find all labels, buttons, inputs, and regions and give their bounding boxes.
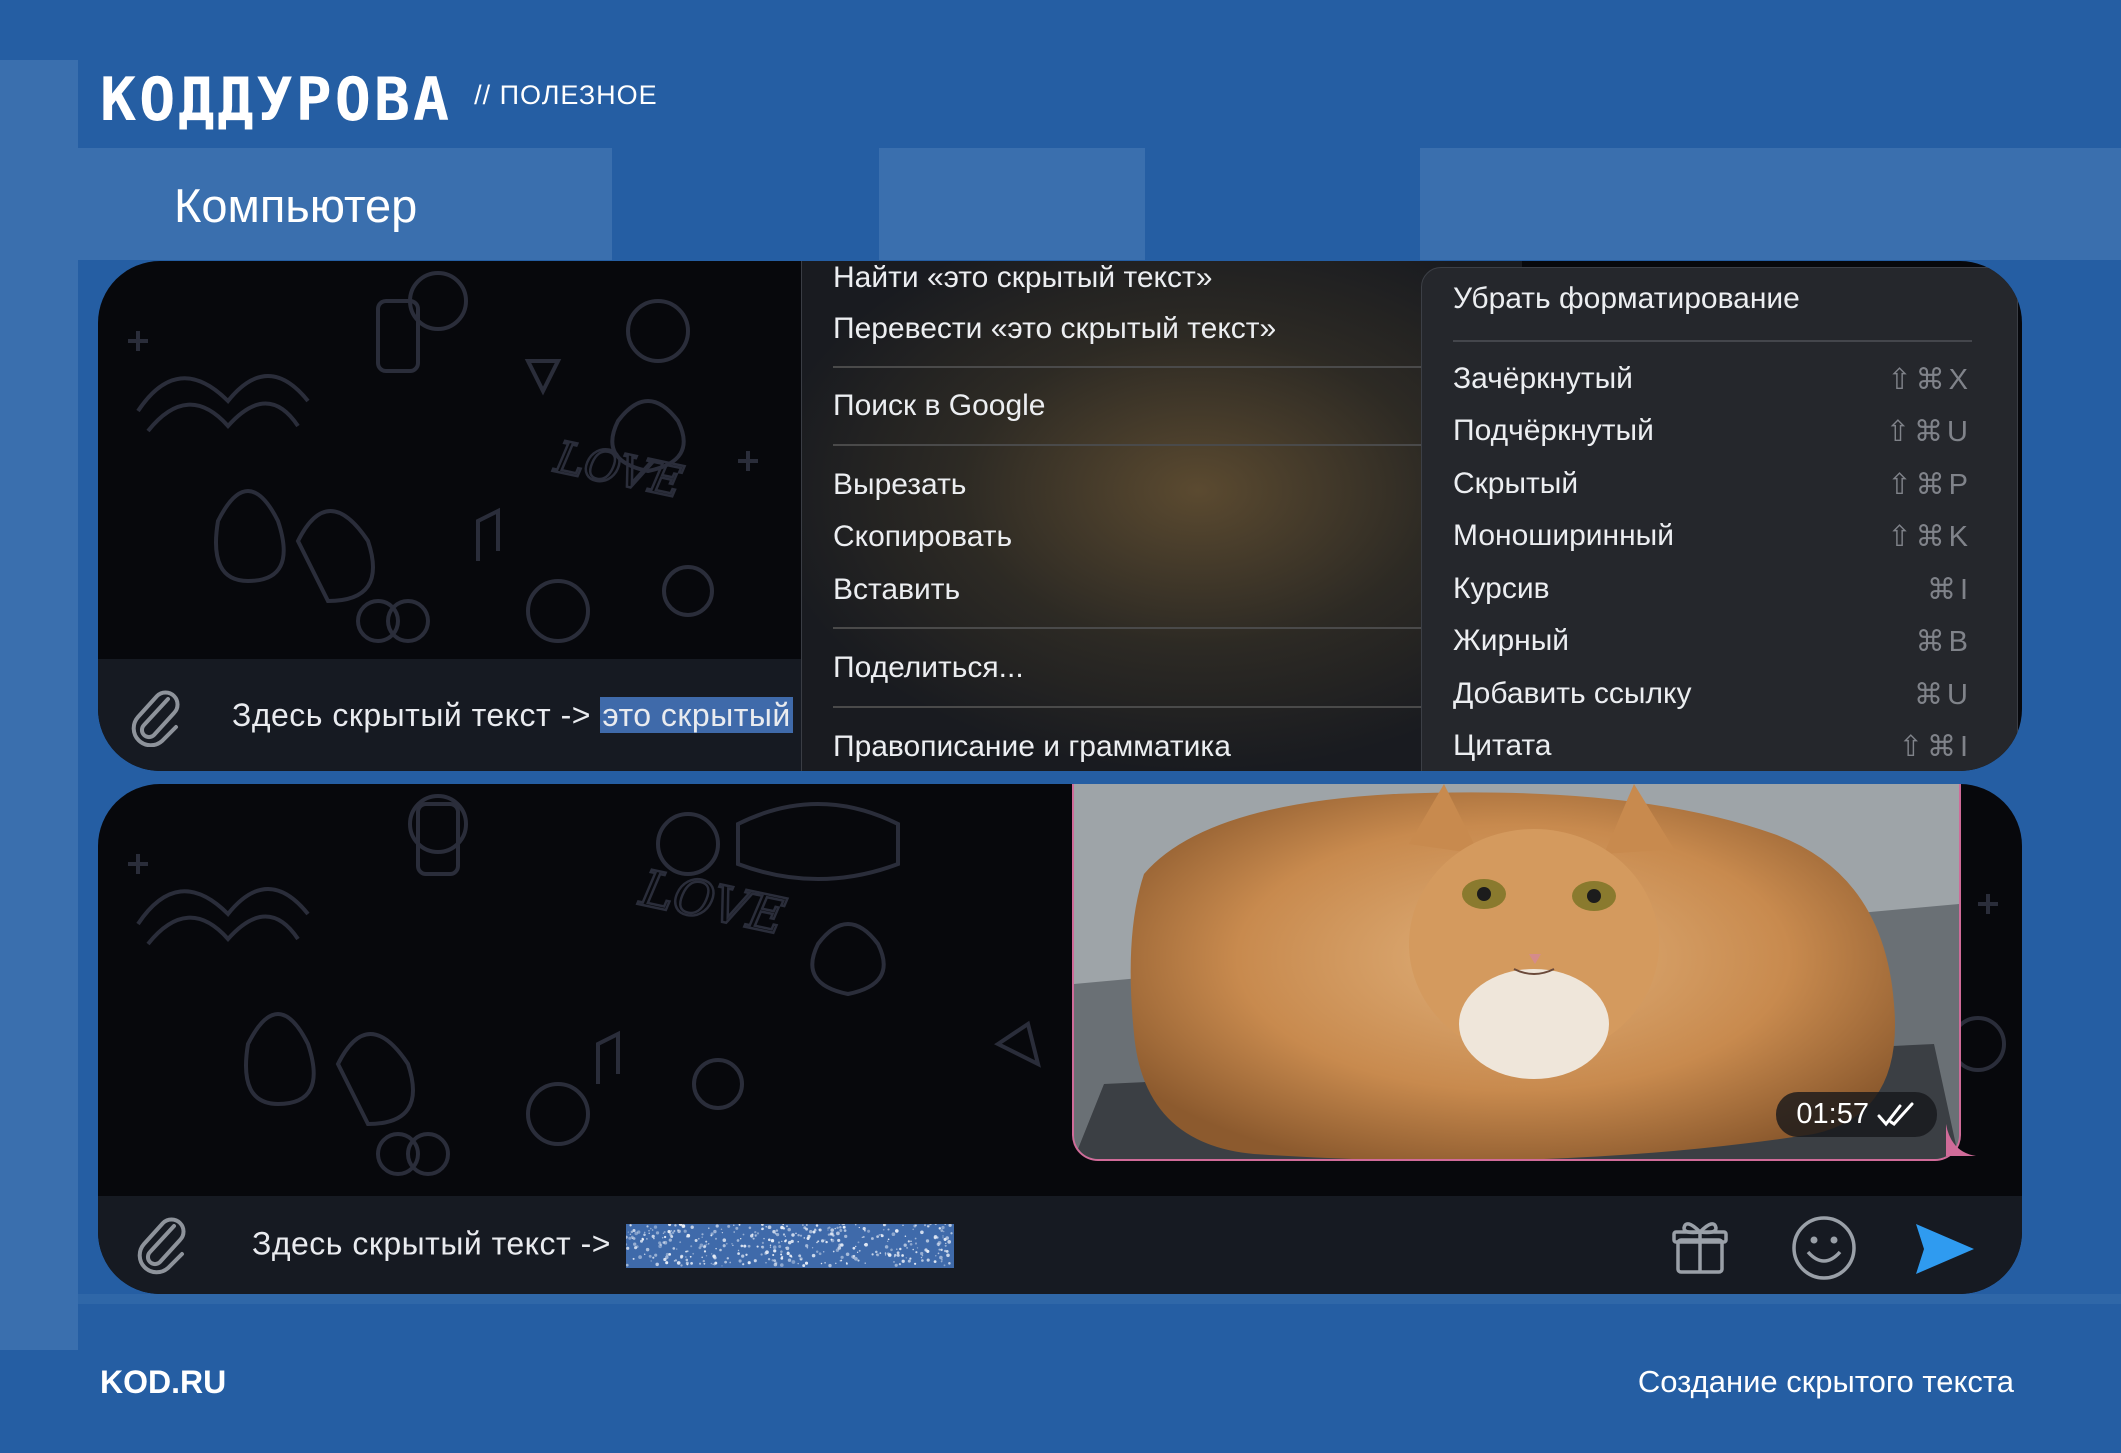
shortcut-label: ⇧⌘K [1887, 521, 1972, 553]
menu-item-monospace[interactable]: Моноширинный ⇧⌘K [1453, 519, 1972, 554]
selected-text[interactable]: это скрытый [600, 697, 793, 733]
bg-block [0, 60, 78, 1350]
shortcut-label: ⌘B [1915, 626, 1972, 658]
menu-item-label: Скрытый [1453, 467, 1579, 500]
svg-text:LOVE: LOVE [550, 432, 687, 509]
menu-item-spelling-label: Правописание и грамматика [833, 730, 1231, 763]
menu-item-cut[interactable]: Вырезать [833, 468, 966, 502]
formatting-submenu: Убрать форматирование Зачёркнутый ⇧⌘X По… [1421, 267, 2018, 771]
menu-item-label: Подчёркнутый [1453, 414, 1654, 447]
bg-block [879, 148, 1145, 260]
menu-separator [833, 627, 1502, 629]
shortcut-label: ⇧⌘I [1898, 731, 1972, 763]
menu-item-find[interactable]: Найти «это скрытый текст» [833, 261, 1212, 295]
menu-separator [1453, 340, 1972, 342]
menu-item-label: Убрать форматирование [1453, 282, 1800, 315]
chat-window-formatting-menu: LOVE Здесь скрытый текст -> это скрытый … [98, 261, 2022, 771]
bg-block [0, 1294, 2121, 1304]
chat-wallpaper-pattern: LOVE [128, 271, 758, 643]
menu-separator [833, 444, 1502, 446]
menu-item-clear-formatting[interactable]: Убрать форматирование [1453, 282, 1972, 316]
composer-prefix: Здесь скрытый текст -> [252, 1225, 611, 1262]
photo-message-bubble[interactable]: 01:57 [1072, 784, 1961, 1161]
menu-item-label: Цитата [1453, 729, 1552, 762]
emoji-icon[interactable] [1790, 1214, 1858, 1282]
shortcut-label: ⌘I [1926, 574, 1972, 606]
composer-text[interactable]: Здесь скрытый текст -> [252, 1224, 955, 1268]
brand-name: КОДДУРОВА [100, 65, 453, 135]
menu-item-spelling[interactable]: Правописание и грамматика › [833, 730, 1502, 764]
paperclip-icon[interactable] [134, 1214, 190, 1276]
menu-item-copy[interactable]: Скопировать [833, 520, 1012, 554]
chat-window-sent-message: LOVE 01:57 Здесь скрытый текст -> [98, 784, 2022, 1294]
site-link[interactable]: KOD.RU [100, 1364, 226, 1401]
shortcut-label: ⌘U [1914, 679, 1972, 711]
menu-item-paste[interactable]: Вставить [833, 573, 960, 607]
page-title: Компьютер [174, 179, 418, 232]
menu-item-strikethrough[interactable]: Зачёркнутый ⇧⌘X [1453, 362, 1972, 397]
menu-item-search-google[interactable]: Поиск в Google [833, 389, 1045, 423]
shortcut-label: ⇧⌘P [1887, 469, 1972, 501]
message-time: 01:57 [1796, 1098, 1869, 1130]
menu-separator [833, 366, 1502, 368]
menu-item-quote[interactable]: Цитата ⇧⌘I [1453, 729, 1972, 764]
message-meta: 01:57 [1776, 1092, 1937, 1137]
send-icon[interactable] [1912, 1220, 1978, 1278]
menu-item-italic[interactable]: Курсив ⌘I [1453, 572, 1972, 607]
menu-item-label: Курсив [1453, 572, 1550, 605]
shortcut-label: ⇧⌘X [1887, 364, 1972, 396]
brand-logo[interactable]: КОДДУРОВА // ПОЛЕЗНОЕ [100, 70, 658, 130]
paperclip-icon[interactable] [128, 687, 184, 747]
message-composer[interactable]: Здесь скрытый текст -> это скрытый [98, 659, 899, 771]
menu-item-label: Жирный [1453, 624, 1570, 657]
footer-caption: Создание скрытого текста [1637, 1364, 2014, 1399]
bubble-tail [1946, 1124, 1976, 1156]
menu-item-bold[interactable]: Жирный ⌘B [1453, 624, 1972, 659]
section-label: // ПОЛЕЗНОЕ [474, 79, 658, 110]
context-menu: Найти «это скрытый текст» Перевести «это… [801, 261, 1522, 771]
spoiler-text-overlay[interactable] [626, 1224, 955, 1268]
gift-icon[interactable] [1670, 1218, 1730, 1278]
menu-item-translate[interactable]: Перевести «это скрытый текст» [833, 312, 1276, 346]
menu-item-underline[interactable]: Подчёркнутый ⇧⌘U [1453, 414, 1972, 449]
menu-item-spoiler[interactable]: Скрытый ⇧⌘P [1453, 467, 1972, 502]
message-composer[interactable]: Здесь скрытый текст -> [98, 1196, 2022, 1294]
menu-item-label: Добавить ссылку [1453, 677, 1692, 710]
shortcut-label: ⇧⌘U [1885, 416, 1972, 448]
menu-item-share[interactable]: Поделиться... [833, 651, 1024, 685]
double-check-icon [1877, 1102, 1914, 1126]
menu-item-add-link[interactable]: Добавить ссылку ⌘U [1453, 677, 1972, 712]
menu-separator [833, 706, 1502, 708]
menu-item-label: Зачёркнутый [1453, 362, 1633, 395]
bg-block [1420, 148, 2121, 260]
composer-text[interactable]: Здесь скрытый текст -> это скрытый [232, 697, 793, 734]
composer-prefix: Здесь скрытый текст -> [232, 697, 591, 733]
menu-item-label: Моноширинный [1453, 519, 1674, 552]
